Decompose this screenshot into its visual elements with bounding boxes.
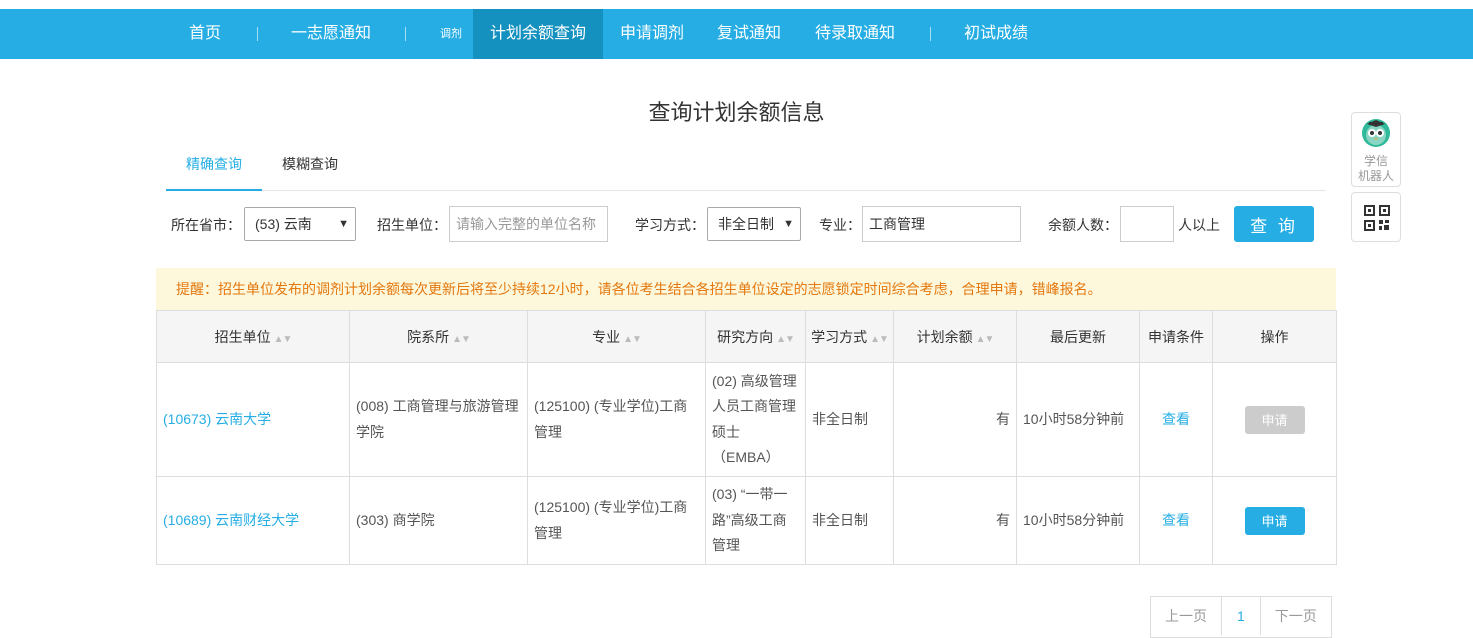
unit-label: 招生单位： <box>377 217 447 233</box>
page-number-current[interactable]: 1 <box>1222 597 1261 635</box>
unit-input[interactable] <box>449 206 608 242</box>
prev-page-button[interactable]: 上一页 <box>1151 597 1222 635</box>
col-header-dept[interactable]: 院系所 ▲▼ <box>349 310 528 363</box>
nav-item-retest-notice[interactable]: 复试通知 <box>717 9 781 59</box>
major-input[interactable] <box>862 206 1021 242</box>
robot-owl-icon <box>1362 119 1390 147</box>
unit-link[interactable]: (10689) 云南财经大学 <box>163 512 299 528</box>
cell-direction: (03) “一带一路”高级工商管理 <box>705 476 806 565</box>
nav-item-apply-adjustment[interactable]: 申请调剂 <box>620 9 684 59</box>
top-nav: 首页 一志愿通知 调剂 计划余额查询 申请调剂 复试通知 待录取通知 初试成绩 <box>0 9 1473 59</box>
province-label: 所在省市： <box>171 217 241 233</box>
cell-dept: (008) 工商管理与旅游管理学院 <box>349 362 528 477</box>
nav-item-plan-balance[interactable]: 计划余额查询 <box>473 9 603 59</box>
cell-remain: 有 <box>893 362 1017 477</box>
apply-button[interactable]: 申请 <box>1244 506 1305 535</box>
cell-direction: (02) 高级管理人员工商管理硕士（EMBA） <box>705 362 806 477</box>
col-header-label: 学习方式 <box>811 328 868 345</box>
col-header-action: 操作 <box>1212 310 1337 363</box>
remain-count-input[interactable] <box>1120 206 1174 242</box>
sort-icon: ▲▼ <box>623 333 642 345</box>
page-title: 查询计划余额信息 <box>648 100 825 125</box>
nav-separator <box>930 27 931 41</box>
apply-button-disabled[interactable]: 申请 <box>1244 405 1305 434</box>
mode-label: 学习方式： <box>635 217 705 233</box>
qr-code-widget[interactable] <box>1351 192 1401 242</box>
col-header-label: 专业 <box>592 328 621 345</box>
nav-item-admission-notice[interactable]: 待录取通知 <box>815 9 895 59</box>
remain-label: 余额人数： <box>1048 217 1118 233</box>
col-header-remain[interactable]: 计划余额 ▲▼ <box>893 310 1017 363</box>
mode-select-value: 非全日制 <box>718 216 774 232</box>
cell-unit: (10689) 云南财经大学 <box>156 476 350 565</box>
notice-banner: 提醒：招生单位发布的调剂计划余额每次更新后将至少持续12小时，请各位考生结合各招… <box>156 268 1336 310</box>
qr-code-icon <box>1364 205 1390 231</box>
major-label: 专业： <box>819 217 861 233</box>
cell-updated: 10小时58分钟前 <box>1016 362 1140 477</box>
remain-suffix: 人以上 <box>1178 217 1220 233</box>
cell-remain: 有 <box>893 476 1017 565</box>
cell-mode: 非全日制 <box>805 362 894 477</box>
pagination: 上一页 1 下一页 <box>1150 596 1332 638</box>
chevron-down-icon: ▼ <box>338 218 349 230</box>
nav-separator <box>257 27 258 41</box>
nav-item-home[interactable]: 首页 <box>189 9 221 59</box>
col-header-mode[interactable]: 学习方式 ▲▼ <box>805 310 894 363</box>
chevron-down-icon: ▼ <box>783 218 794 230</box>
col-header-label: 院系所 <box>407 328 450 345</box>
view-condition-link[interactable]: 查看 <box>1162 411 1190 427</box>
col-header-label: 计划余额 <box>916 328 973 345</box>
result-table: 招生单位 ▲▼ 院系所 ▲▼ 专业 ▲▼ 研究方向 ▲▼ 学习方式 ▲▼ 计划余额 ▲▼ 最… <box>156 310 1337 565</box>
nav-item-first-choice-notice[interactable]: 一志愿通知 <box>291 9 371 59</box>
cell-condition: 查看 <box>1139 362 1213 477</box>
robot-label-line1: 学信 <box>1363 154 1388 168</box>
cell-major: (125100) (专业学位)工商管理 <box>527 362 706 477</box>
cell-dept: (303) 商学院 <box>349 476 528 565</box>
col-header-direction[interactable]: 研究方向 ▲▼ <box>705 310 806 363</box>
table-header-row: 招生单位 ▲▼ 院系所 ▲▼ 专业 ▲▼ 研究方向 ▲▼ 学习方式 ▲▼ 计划余额 ▲▼ 最… <box>156 310 1337 363</box>
cell-mode: 非全日制 <box>805 476 894 565</box>
col-header-updated: 最后更新 <box>1016 310 1140 363</box>
col-header-unit[interactable]: 招生单位 ▲▼ <box>156 310 350 363</box>
robot-label-line2: 机器人 <box>1357 169 1394 183</box>
col-header-label: 招生单位 <box>214 328 271 345</box>
cell-action: 申请 <box>1212 476 1337 565</box>
next-page-button[interactable]: 下一页 <box>1261 597 1331 635</box>
query-tabs: 精确查询 模糊查询 <box>166 140 1326 191</box>
nav-item-adjustment[interactable]: 调剂 <box>440 9 462 59</box>
col-header-condition: 申请条件 <box>1139 310 1213 363</box>
sort-icon: ▲▼ <box>273 333 293 345</box>
cell-action: 申请 <box>1212 362 1337 477</box>
chatbot-widget[interactable]: 学信 机器人 <box>1351 112 1401 187</box>
nav-item-initial-scores[interactable]: 初试成绩 <box>964 9 1028 59</box>
province-select-value: (53) 云南 <box>255 216 312 232</box>
table-row: (10689) 云南财经大学 (303) 商学院 (125100) (专业学位)… <box>156 476 1337 565</box>
cell-unit: (10673) 云南大学 <box>156 362 350 477</box>
view-condition-link[interactable]: 查看 <box>1162 512 1190 528</box>
sort-icon: ▲▼ <box>776 333 795 345</box>
tab-exact-query[interactable]: 精确查询 <box>166 140 262 191</box>
col-header-major[interactable]: 专业 ▲▼ <box>527 310 706 363</box>
sort-icon: ▲▼ <box>975 333 995 345</box>
cell-major: (125100) (专业学位)工商管理 <box>527 476 706 565</box>
mode-select[interactable]: 非全日制 ▼ <box>707 207 801 241</box>
sort-icon: ▲▼ <box>870 333 889 345</box>
cell-updated: 10小时58分钟前 <box>1016 476 1140 565</box>
unit-link[interactable]: (10673) 云南大学 <box>163 411 271 427</box>
search-button[interactable]: 查 询 <box>1234 206 1314 242</box>
sort-icon: ▲▼ <box>452 333 471 345</box>
table-row: (10673) 云南大学 (008) 工商管理与旅游管理学院 (125100) … <box>156 362 1337 477</box>
province-select[interactable]: (53) 云南 ▼ <box>244 207 356 241</box>
nav-separator <box>405 27 406 41</box>
col-header-label: 研究方向 <box>717 328 774 345</box>
tab-fuzzy-query[interactable]: 模糊查询 <box>282 140 338 189</box>
cell-condition: 查看 <box>1139 476 1213 565</box>
